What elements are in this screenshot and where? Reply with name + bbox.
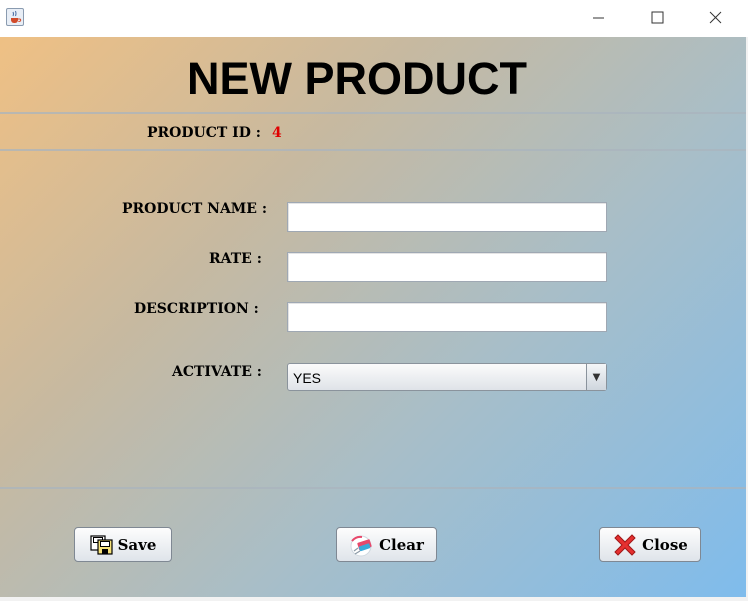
minimize-button[interactable] [584,6,614,30]
divider [0,487,746,489]
clear-button-label: Clear [379,535,424,554]
product-name-input[interactable] [287,202,607,232]
java-app-icon[interactable] [6,8,24,26]
save-button-label: Save [117,535,157,554]
rate-input[interactable] [287,252,607,282]
product-id-value: 4 [272,125,282,141]
activate-select[interactable]: YES ▼ [287,363,607,391]
page-title: NEW PRODUCT [187,53,527,104]
product-name-label: PRODUCT NAME : [122,201,268,217]
form-panel: NEW PRODUCT PRODUCT ID : 4 PRODUCT NAME … [0,37,746,597]
close-button-label: Close [642,535,688,554]
divider [0,149,746,151]
save-icon [89,534,113,555]
divider [0,112,746,114]
java-cup-icon [11,10,22,23]
clear-button[interactable]: Clear [336,527,437,562]
activate-label: ACTIVATE : [172,364,262,380]
maximize-icon [651,11,664,24]
description-label: DESCRIPTION : [134,301,259,317]
minimize-icon [593,17,604,19]
activate-selected-value: YES [293,370,322,386]
description-input[interactable] [287,302,607,332]
rate-label: RATE : [209,251,262,267]
title-bar [0,0,748,37]
window-close-button[interactable] [701,6,731,30]
close-x-icon [614,533,636,556]
product-id-label: PRODUCT ID : [147,125,261,141]
close-icon [709,11,722,24]
close-button[interactable]: Close [599,527,701,562]
chevron-down-icon[interactable]: ▼ [586,364,606,390]
maximize-button[interactable] [642,6,672,30]
clear-icon [350,535,372,556]
window-edge [0,597,748,601]
save-button[interactable]: Save [74,527,172,562]
